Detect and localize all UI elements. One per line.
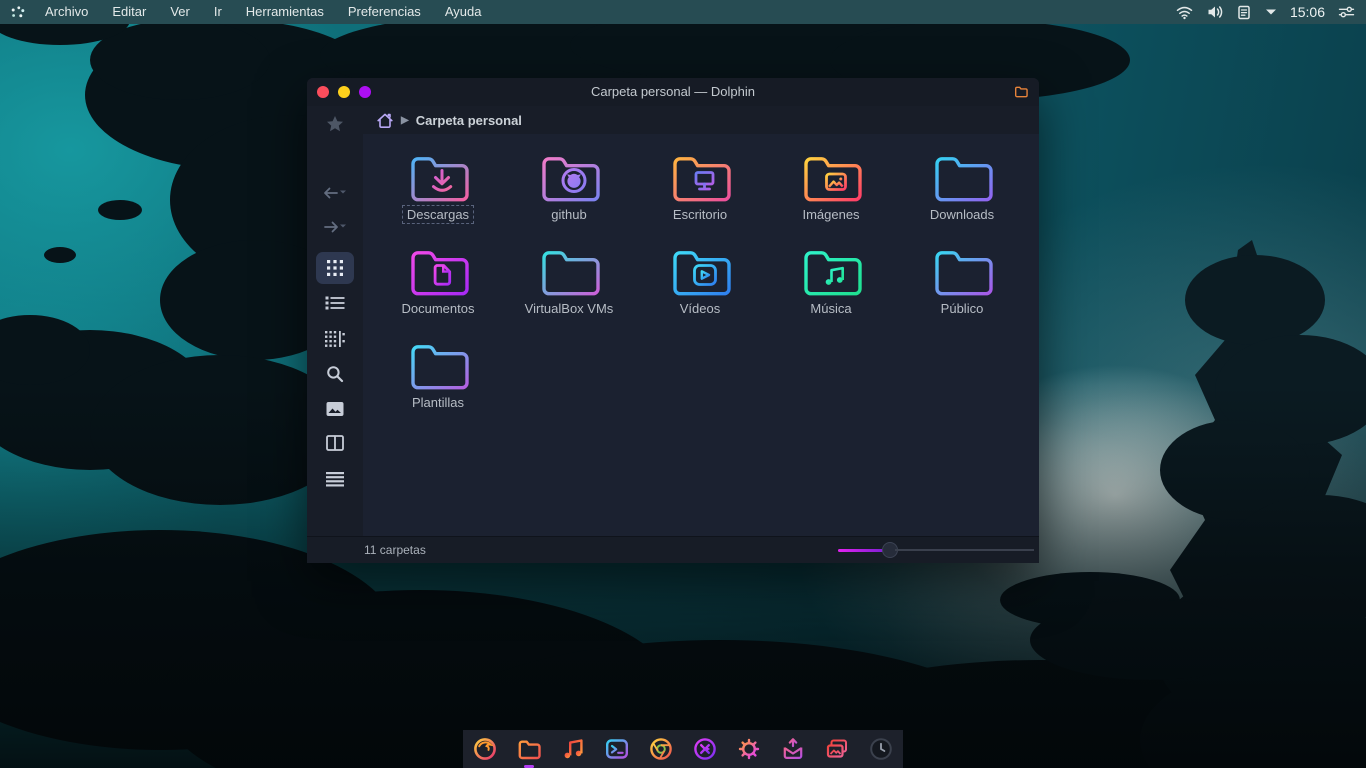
- folder-label: Documentos: [401, 301, 475, 316]
- folder-label: Escritorio: [672, 207, 728, 222]
- browser-icon[interactable]: [648, 736, 674, 762]
- folder-label: Imágenes: [802, 207, 860, 222]
- menu-herramientas[interactable]: Herramientas: [234, 0, 336, 24]
- folder-Escritorio[interactable]: Escritorio: [638, 150, 762, 224]
- dock: [463, 730, 903, 768]
- distro-logo-icon[interactable]: [10, 4, 27, 21]
- volume-icon[interactable]: [1206, 4, 1224, 20]
- clipboard-icon[interactable]: [1236, 4, 1252, 20]
- folder-label: Downloads: [929, 207, 995, 222]
- system-tray: 15:06: [1175, 4, 1356, 20]
- menu-preferencias[interactable]: Preferencias: [336, 0, 433, 24]
- global-menubar: Archivo Editar Ver Ir Herramientas Preferenci…: [0, 0, 1366, 24]
- folder-VirtualBox VMs[interactable]: VirtualBox VMs: [507, 244, 631, 318]
- menubar-items: Archivo Editar Ver Ir Herramientas Preferenci…: [33, 0, 493, 24]
- menu-ayuda[interactable]: Ayuda: [433, 0, 494, 24]
- zoom-slider-fill: [838, 548, 886, 552]
- folder-Downloads[interactable]: Downloads: [900, 150, 1024, 224]
- wifi-icon[interactable]: [1175, 4, 1194, 20]
- mail-send-icon[interactable]: [780, 736, 806, 762]
- folder-Imágenes[interactable]: Imágenes: [769, 150, 893, 224]
- sliders-icon[interactable]: [1337, 4, 1356, 20]
- settings-icon[interactable]: [736, 736, 762, 762]
- files-icon[interactable]: [516, 736, 542, 768]
- zoom-slider-track: [895, 549, 1034, 551]
- folder-grid: Descargas github Escritorio Imágenes Dow…: [307, 78, 1039, 563]
- folder-label: Público: [940, 301, 984, 316]
- dock-icons: [472, 736, 894, 768]
- menu-ver[interactable]: Ver: [158, 0, 202, 24]
- terminal-icon[interactable]: [604, 736, 630, 762]
- clock-time[interactable]: 15:06: [1290, 4, 1325, 20]
- zoom-slider[interactable]: [838, 542, 1034, 558]
- folder-github[interactable]: github: [507, 150, 631, 224]
- folder-Público[interactable]: Público: [900, 244, 1024, 318]
- dolphin-window: Carpeta personal — Dolphin ▶ Carpeta per…: [307, 78, 1039, 563]
- clock-icon[interactable]: [868, 736, 894, 762]
- folder-Documentos[interactable]: Documentos: [376, 244, 500, 318]
- statusbar: 11 carpetas: [307, 536, 1039, 563]
- folder-label: Vídeos: [679, 301, 721, 316]
- folder-Descargas[interactable]: Descargas: [376, 150, 500, 224]
- menu-archivo[interactable]: Archivo: [33, 0, 100, 24]
- menu-editar[interactable]: Editar: [100, 0, 158, 24]
- firefox-icon[interactable]: [472, 736, 498, 762]
- folder-Vídeos[interactable]: Vídeos: [638, 244, 762, 318]
- folder-label: github: [551, 207, 587, 222]
- folder-label: Plantillas: [411, 395, 465, 410]
- folder-Música[interactable]: Música: [769, 244, 893, 318]
- media-player-icon[interactable]: [692, 736, 718, 762]
- status-text: 11 carpetas: [364, 543, 426, 557]
- photos-icon[interactable]: [824, 736, 850, 762]
- folder-Plantillas[interactable]: Plantillas: [376, 338, 500, 412]
- folder-label: Descargas: [401, 205, 475, 224]
- folder-label: Música: [810, 301, 852, 316]
- folder-label: VirtualBox VMs: [524, 301, 614, 316]
- chevron-down-icon[interactable]: [1264, 7, 1278, 17]
- menu-ir[interactable]: Ir: [202, 0, 234, 24]
- music-icon[interactable]: [560, 736, 586, 762]
